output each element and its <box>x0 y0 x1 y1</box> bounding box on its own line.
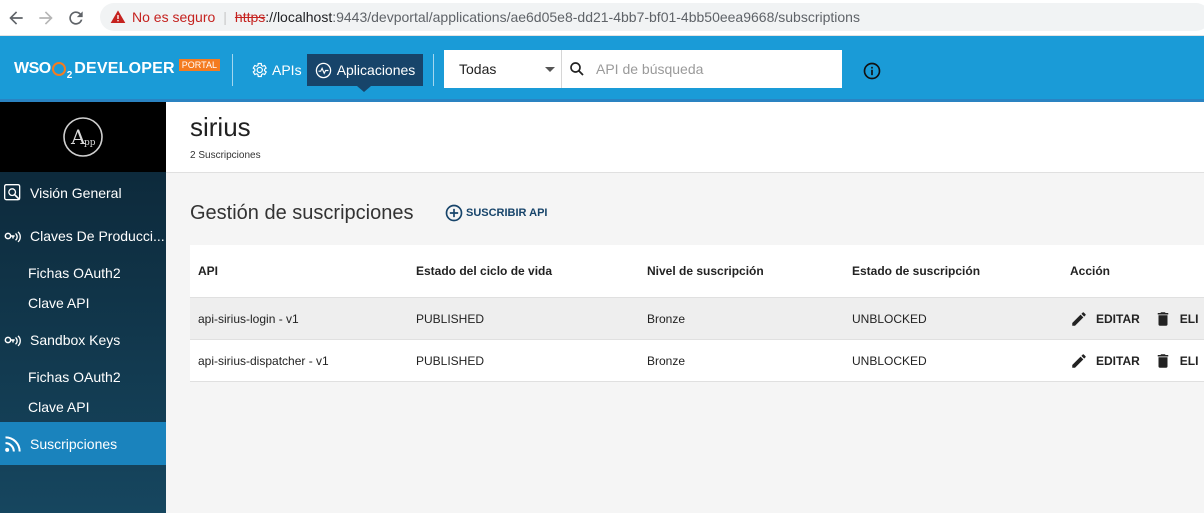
trash-icon <box>1157 353 1169 368</box>
logo-developer-text: DEVELOPER <box>74 60 175 77</box>
api-name-cell: api-sirius-login - v1 <box>198 311 299 326</box>
subscriptions-rss-icon <box>2 434 24 454</box>
wso2-developer-portal-logo[interactable]: WSO 2 DEVELOPER PORTAL <box>14 56 220 82</box>
sidebar-item-label: Sandbox Keys <box>30 332 121 348</box>
logo-2-text: 2 <box>66 69 73 81</box>
column-header-subscription-status[interactable]: Estado de suscripción <box>852 245 980 297</box>
lifecycle-status-cell: PUBLISHED <box>416 311 485 326</box>
overview-search-icon <box>2 183 24 203</box>
back-button[interactable] <box>4 6 28 30</box>
production-keys-icon <box>2 226 24 246</box>
arrow-right-icon <box>39 11 53 25</box>
sidebar-item-sandbox-keys[interactable]: Sandbox Keys <box>0 326 166 354</box>
sidebar-item-subscriptions[interactable]: Suscripciones <box>0 422 166 465</box>
dropdown-arrow-icon <box>545 67 555 72</box>
browser-toolbar: No es seguro | https://localhost:9443/de… <box>0 0 1204 36</box>
arrow-left-icon <box>9 11 23 25</box>
subscription-status-cell: UNBLOCKED <box>852 353 927 368</box>
app-logo-icon: A pp <box>63 117 103 157</box>
sidebar-item-production-oauth2-tokens[interactable]: Fichas OAuth2 <box>28 265 121 281</box>
address-bar[interactable]: No es seguro | https://localhost:9443/de… <box>100 3 1204 31</box>
info-icon[interactable] <box>862 61 882 81</box>
nav-applications-label: Aplicaciones <box>336 62 416 78</box>
url-path: :9443/devportal/applications/ae6d05e8-dd… <box>332 9 860 25</box>
subscription-count: 2 Suscripciones <box>190 150 261 161</box>
subscriptions-table: API Estado del ciclo de vida Nivel de su… <box>190 245 1204 382</box>
action-cell: EDITAR ELI <box>1070 298 1198 339</box>
security-status[interactable]: No es seguro <box>132 9 215 25</box>
pencil-icon <box>1072 311 1086 326</box>
search-scope-select[interactable]: Todas <box>444 50 562 88</box>
trash-icon <box>1157 311 1169 326</box>
subscription-tier-cell: Bronze <box>647 311 686 326</box>
subscription-tier-cell: Bronze <box>647 353 686 368</box>
sidebar-item-production-api-key[interactable]: Clave API <box>28 295 89 311</box>
active-nav-caret <box>357 86 371 92</box>
subscribe-api-button[interactable]: SUSCRIBIR API <box>444 203 548 223</box>
application-sidebar: A pp Visión General Claves De Producci..… <box>0 102 166 513</box>
search-icon <box>570 62 584 76</box>
application-title: sirius <box>190 112 251 142</box>
address-separator: | <box>223 9 227 25</box>
sidebar-item-overview[interactable]: Visión General <box>0 179 166 207</box>
delete-label: ELI <box>1179 311 1199 326</box>
edit-label: EDITAR <box>1096 353 1140 368</box>
header-divider <box>433 54 434 86</box>
logo-portal-badge: PORTAL <box>178 59 220 71</box>
delete-label: ELI <box>1179 353 1199 368</box>
portal-header: WSO 2 DEVELOPER PORTAL APIs Aplicaciones… <box>0 36 1204 102</box>
delete-button[interactable]: ELI <box>1154 352 1199 370</box>
sidebar-item-sandbox-oauth2-tokens[interactable]: Fichas OAuth2 <box>28 369 121 385</box>
nav-apis-link[interactable]: APIs <box>250 58 302 82</box>
delete-button[interactable]: ELI <box>1154 310 1199 328</box>
section-title: Gestión de suscripciones <box>190 202 414 224</box>
gear-icon <box>252 62 267 78</box>
logo-circle-icon <box>51 62 66 76</box>
sidebar-item-production-keys[interactable]: Claves De Producci... <box>0 222 166 250</box>
nav-apis-label: APIs <box>272 62 302 78</box>
column-header-lifecycle-status[interactable]: Estado del ciclo de vida <box>416 245 552 297</box>
pencil-icon <box>1072 353 1086 368</box>
sidebar-item-label: Visión General <box>30 185 122 201</box>
api-name-cell: api-sirius-dispatcher - v1 <box>198 353 329 368</box>
svg-text:pp: pp <box>84 138 96 148</box>
sandbox-keys-icon <box>2 330 24 350</box>
subscription-status-cell: UNBLOCKED <box>852 311 927 326</box>
sidebar-item-label: Claves De Producci... <box>30 228 165 244</box>
action-cell: EDITAR ELI <box>1070 340 1198 381</box>
warning-icon <box>110 10 126 23</box>
table-row: api-sirius-dispatcher - v1 PUBLISHED Bro… <box>190 340 1204 382</box>
sidebar-item-sandbox-api-key[interactable]: Clave API <box>28 399 89 415</box>
header-divider <box>232 54 233 86</box>
applications-pulse-icon <box>315 62 331 78</box>
subscribe-api-label: SUSCRIBIR API <box>466 207 548 219</box>
main-content: sirius 2 Suscripciones Gestión de suscri… <box>166 102 1204 513</box>
url-host: ://localhost <box>265 9 333 25</box>
forward-button[interactable] <box>34 6 58 30</box>
column-header-action: Acción <box>1070 264 1111 278</box>
edit-button[interactable]: EDITAR <box>1070 310 1140 328</box>
edit-button[interactable]: EDITAR <box>1070 352 1140 370</box>
reload-icon <box>69 11 83 25</box>
nav-applications-link[interactable]: Aplicaciones <box>307 54 423 86</box>
table-header-row: API Estado del ciclo de vida Nivel de su… <box>190 245 1204 298</box>
column-header-api[interactable]: API <box>198 245 218 297</box>
logo-wso-text: WSO <box>14 60 51 77</box>
add-circle-icon <box>445 204 463 222</box>
table-row: api-sirius-login - v1 PUBLISHED Bronze U… <box>190 298 1204 340</box>
search-icon-container <box>562 50 592 88</box>
reload-button[interactable] <box>64 6 88 30</box>
column-header-subscription-tier[interactable]: Nivel de suscripción <box>647 245 764 297</box>
lifecycle-status-cell: PUBLISHED <box>416 353 485 368</box>
api-search: Todas <box>444 50 842 88</box>
search-scope-value: Todas <box>459 61 497 77</box>
url-protocol: https <box>234 9 266 25</box>
search-input[interactable] <box>592 50 842 88</box>
sidebar-item-label: Suscripciones <box>30 435 118 452</box>
application-logo: A pp <box>0 102 166 172</box>
edit-label: EDITAR <box>1096 311 1140 326</box>
